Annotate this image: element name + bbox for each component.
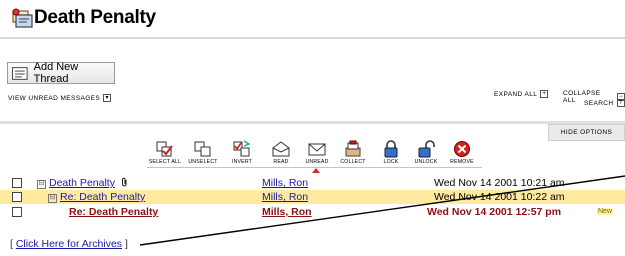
post-date: Wed Nov 14 2001 10:21 am: [434, 177, 565, 189]
row-checkbox[interactable]: [12, 192, 22, 202]
collect-label: COLLECT: [340, 159, 366, 165]
author-link[interactable]: Mills, Ron: [262, 191, 308, 203]
hide-options-tab[interactable]: HIDE OPTIONS: [548, 124, 625, 141]
thread-row: ⊟ Re: Death Penalty Mills, Ron Wed Nov 14…: [0, 190, 625, 204]
help-icon: ?: [616, 99, 625, 107]
invert-button[interactable]: INVERT: [225, 140, 259, 170]
paperclip-icon: [121, 177, 127, 187]
new-badge: New: [597, 208, 614, 215]
invert-icon: [233, 140, 251, 157]
new-thread-icon: [12, 66, 28, 80]
post-date: Wed Nov 14 2001 12:57 pm: [427, 206, 562, 218]
read-icon: [272, 141, 290, 157]
lock-icon: [384, 140, 398, 158]
unlock-icon: [418, 140, 435, 158]
unread-icon: [308, 143, 326, 156]
add-new-thread-label: Add New Thread: [33, 61, 79, 85]
invert-label: INVERT: [231, 159, 253, 165]
select-all-icon: [156, 141, 173, 157]
thread-row: ⊟ Death Penalty Mills, Ron Wed Nov 14 200…: [0, 176, 625, 190]
view-unread-label: VIEW UNREAD MESSAGES: [8, 94, 101, 102]
remove-button[interactable]: REMOVE: [445, 140, 479, 170]
remove-label: REMOVE: [450, 159, 474, 165]
plus-box-icon: +: [540, 90, 549, 98]
unselect-icon: [194, 141, 211, 157]
thread-subject-link[interactable]: Death Penalty: [49, 177, 115, 189]
expand-all-link[interactable]: EXPAND ALL +: [494, 90, 549, 98]
remove-icon: [454, 141, 470, 157]
thread-row: Re: Death Penalty Mills, Ron Wed Nov 14 …: [0, 205, 625, 219]
read-button[interactable]: READ: [264, 140, 298, 170]
hide-options-label: HIDE OPTIONS: [560, 129, 613, 136]
forum-icon: [12, 8, 34, 30]
unlock-label: UNLOCK: [414, 159, 438, 165]
post-date: Wed Nov 14 2001 10:22 am: [434, 191, 565, 203]
active-marker-icon: [312, 168, 320, 173]
collapse-toggle-icon[interactable]: ⊟: [37, 180, 46, 189]
unlock-button[interactable]: UNLOCK: [409, 140, 443, 170]
read-label: READ: [273, 159, 289, 165]
author-link[interactable]: Mills, Ron: [262, 177, 308, 189]
unselect-button[interactable]: UNSELECT: [186, 140, 220, 170]
unselect-label: UNSELECT: [188, 159, 218, 165]
archives-line: [ Click Here for Archives ]: [10, 238, 128, 250]
archives-bracket-close: ]: [122, 238, 128, 250]
search-link[interactable]: SEARCH ?: [584, 99, 625, 107]
archives-link[interactable]: Click Here for Archives: [16, 238, 122, 250]
row-checkbox[interactable]: [12, 178, 22, 188]
lock-label: LOCK: [383, 159, 399, 165]
thread-subject-link[interactable]: Re: Death Penalty: [60, 191, 145, 203]
lock-button[interactable]: LOCK: [374, 140, 408, 170]
thread-subject-link[interactable]: Re: Death Penalty: [69, 206, 158, 218]
options-divider: [0, 121, 625, 124]
unread-label: UNREAD: [305, 159, 329, 165]
unread-button[interactable]: UNREAD: [300, 140, 334, 170]
collect-button[interactable]: COLLECT: [336, 140, 370, 170]
select-all-label: SELECT ALL: [148, 159, 182, 165]
view-unread-messages-link[interactable]: VIEW UNREAD MESSAGES ▾: [8, 94, 112, 102]
collect-icon: [345, 140, 361, 157]
page-title: Death Penalty: [34, 7, 156, 28]
select-all-button[interactable]: SELECT ALL: [148, 140, 182, 170]
add-new-thread-button[interactable]: Add New Thread: [7, 61, 115, 85]
author-link[interactable]: Mills, Ron: [262, 206, 312, 218]
row-checkbox[interactable]: [12, 207, 22, 217]
search-label: SEARCH: [584, 99, 614, 107]
header-divider: [0, 37, 625, 39]
expand-all-label: EXPAND ALL: [494, 90, 538, 98]
dropdown-icon: ▾: [103, 94, 112, 102]
collapse-toggle-icon[interactable]: ⊟: [48, 194, 57, 203]
